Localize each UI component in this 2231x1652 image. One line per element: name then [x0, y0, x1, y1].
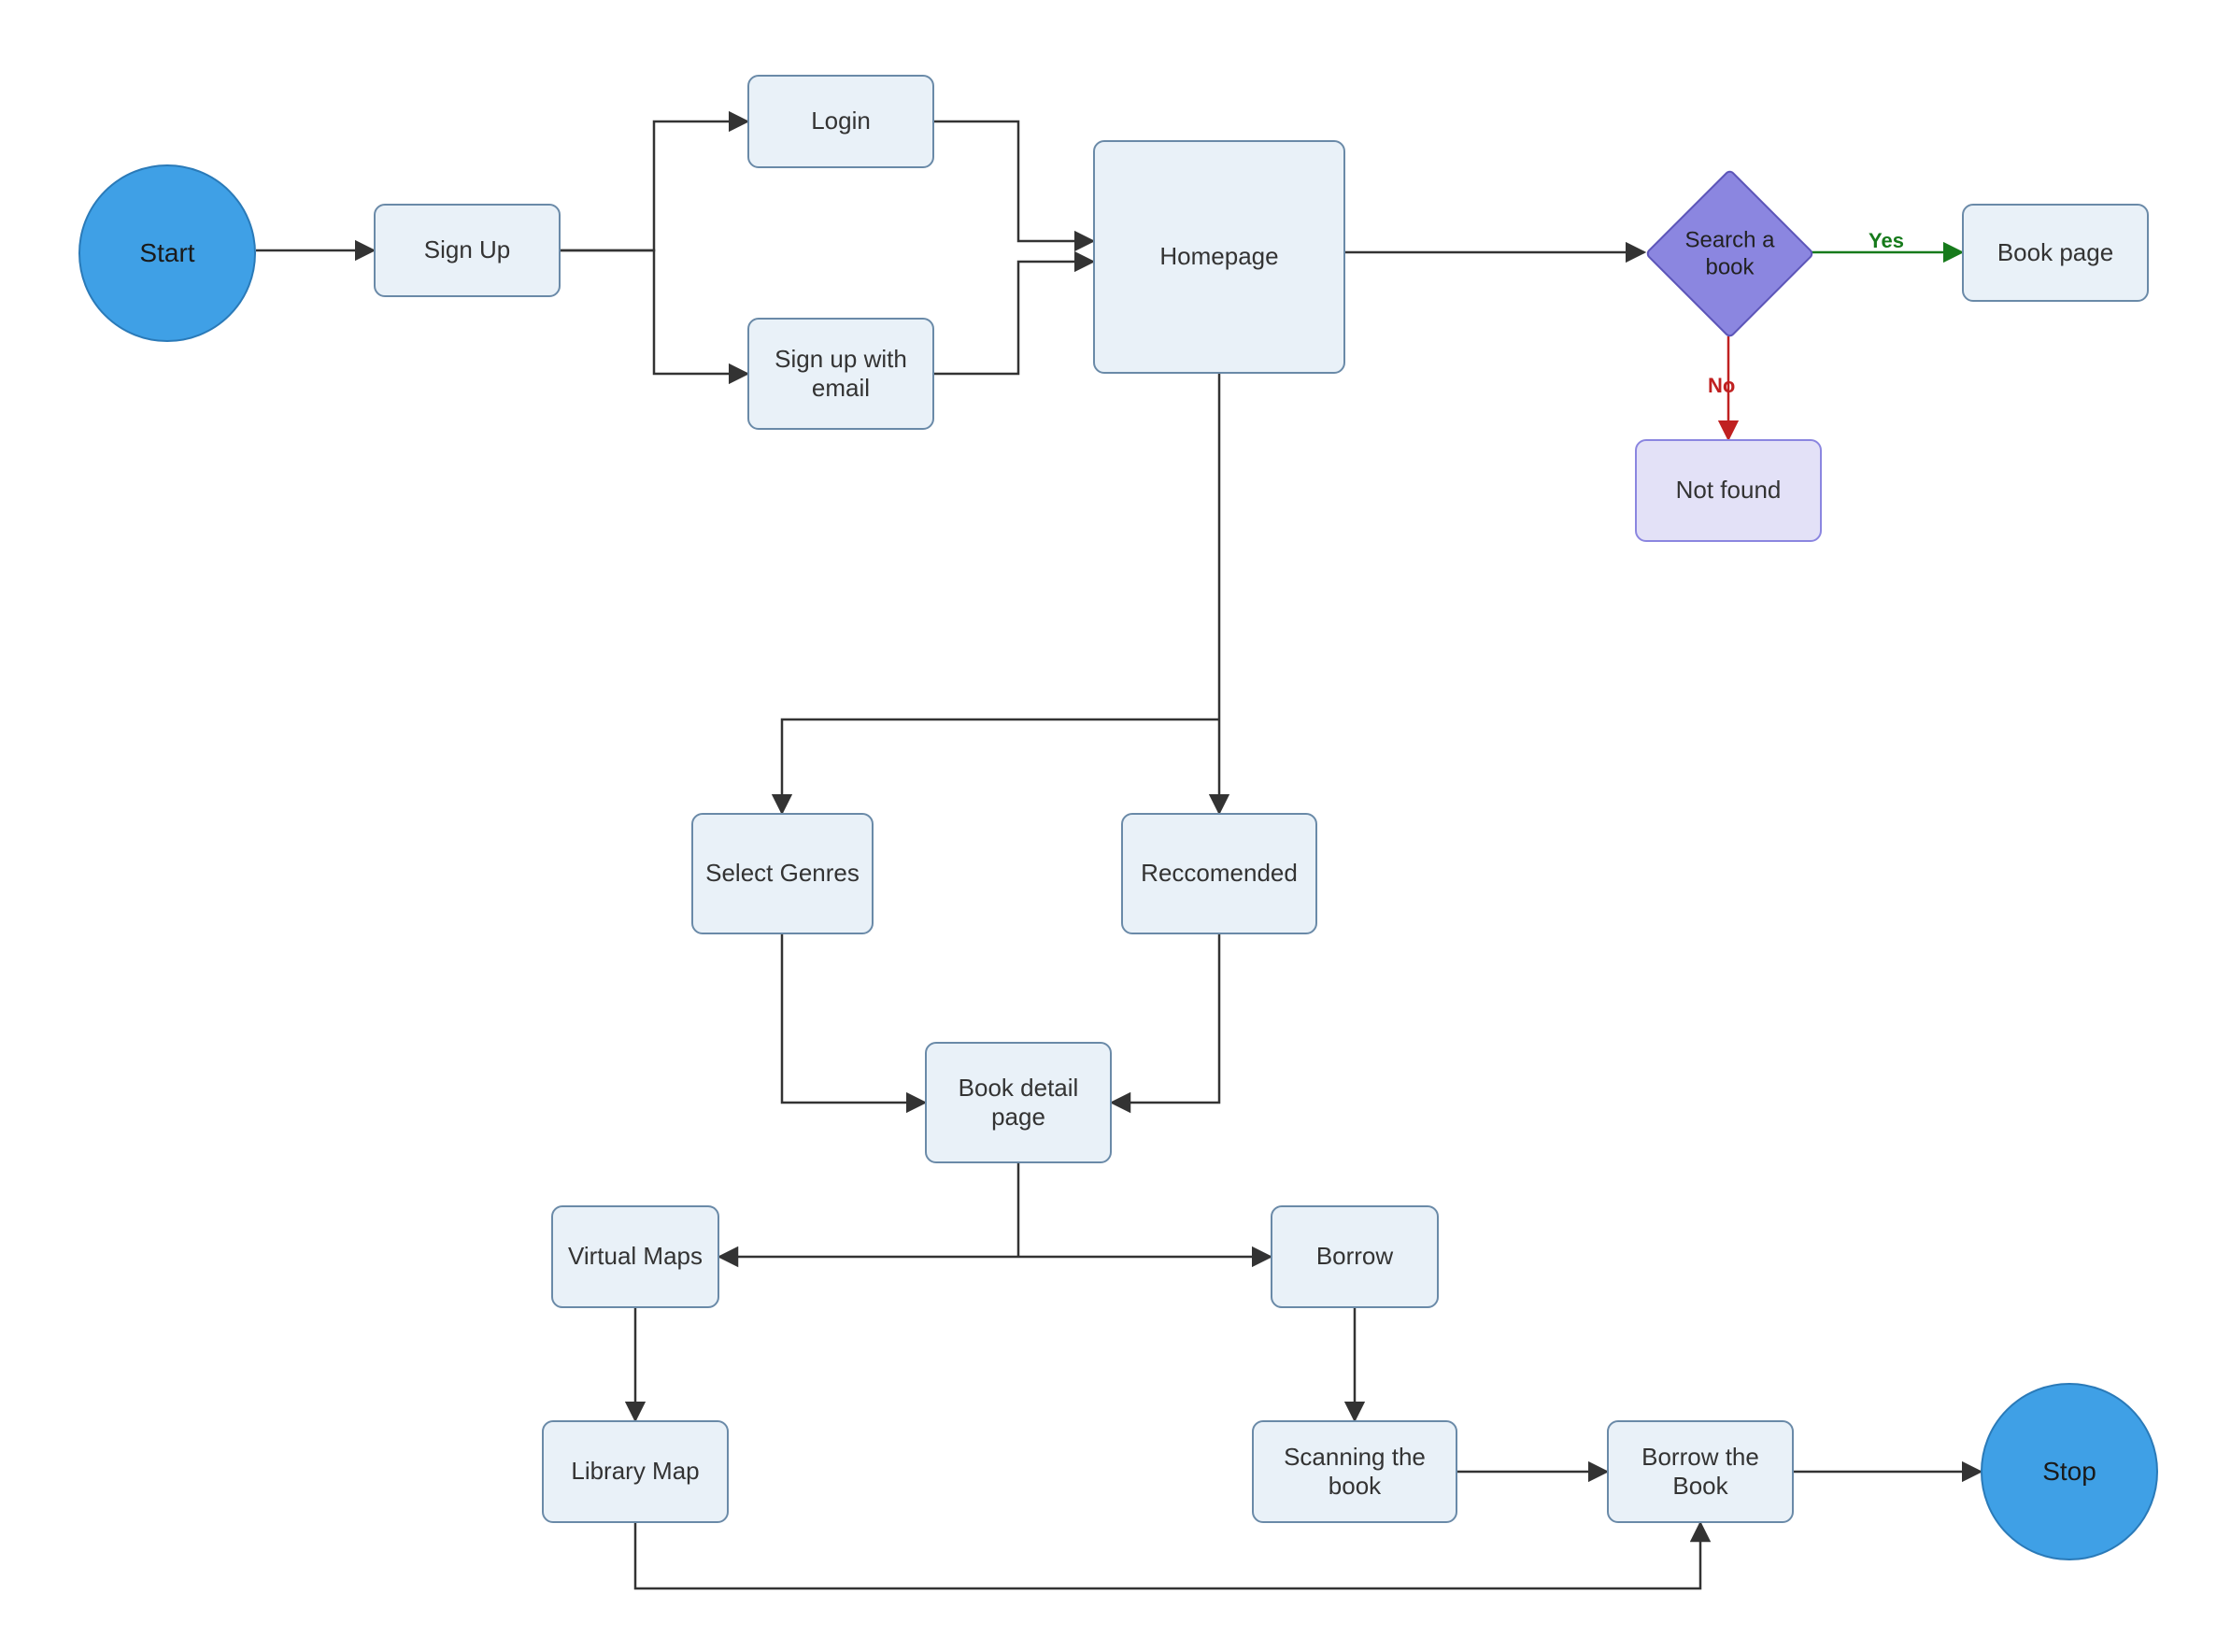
signup-node: Sign Up	[374, 204, 561, 297]
no-edge-label: No	[1708, 374, 1735, 398]
library-map-node: Library Map	[542, 1420, 729, 1523]
library-map-label: Library Map	[571, 1457, 699, 1486]
book-detail-node: Book detail page	[925, 1042, 1112, 1163]
homepage-label: Homepage	[1159, 242, 1278, 271]
bookpage-label: Book page	[1997, 238, 2113, 267]
borrow-label: Borrow	[1316, 1242, 1393, 1271]
stop-node: Stop	[1981, 1383, 2158, 1560]
virtual-maps-node: Virtual Maps	[551, 1205, 719, 1308]
stop-label: Stop	[2042, 1456, 2096, 1488]
virtual-maps-label: Virtual Maps	[568, 1242, 703, 1271]
select-genres-label: Select Genres	[705, 859, 860, 888]
borrow-book-label: Borrow the Book	[1616, 1443, 1784, 1501]
recommended-node: Reccomended	[1121, 813, 1317, 934]
start-label: Start	[139, 237, 194, 269]
bookpage-node: Book page	[1962, 204, 2149, 302]
notfound-node: Not found	[1635, 439, 1822, 542]
search-decision-node: Search a book	[1644, 168, 1814, 338]
yes-edge-label: Yes	[1869, 229, 1904, 253]
homepage-node: Homepage	[1093, 140, 1345, 374]
scanning-node: Scanning the book	[1252, 1420, 1457, 1523]
book-detail-label: Book detail page	[934, 1074, 1102, 1132]
search-label: Search a book	[1665, 227, 1796, 281]
signup-label: Sign Up	[424, 235, 511, 264]
login-label: Login	[811, 107, 871, 135]
borrow-book-node: Borrow the Book	[1607, 1420, 1794, 1523]
notfound-label: Not found	[1676, 476, 1782, 505]
borrow-node: Borrow	[1271, 1205, 1439, 1308]
signup-email-node: Sign up with email	[747, 318, 934, 430]
recommended-label: Reccomended	[1141, 859, 1298, 888]
login-node: Login	[747, 75, 934, 168]
signup-email-label: Sign up with email	[757, 345, 925, 403]
flowchart-canvas: Start Sign Up Login Sign up with email H…	[0, 0, 2231, 1652]
scanning-label: Scanning the book	[1261, 1443, 1448, 1501]
select-genres-node: Select Genres	[691, 813, 874, 934]
start-node: Start	[78, 164, 256, 342]
